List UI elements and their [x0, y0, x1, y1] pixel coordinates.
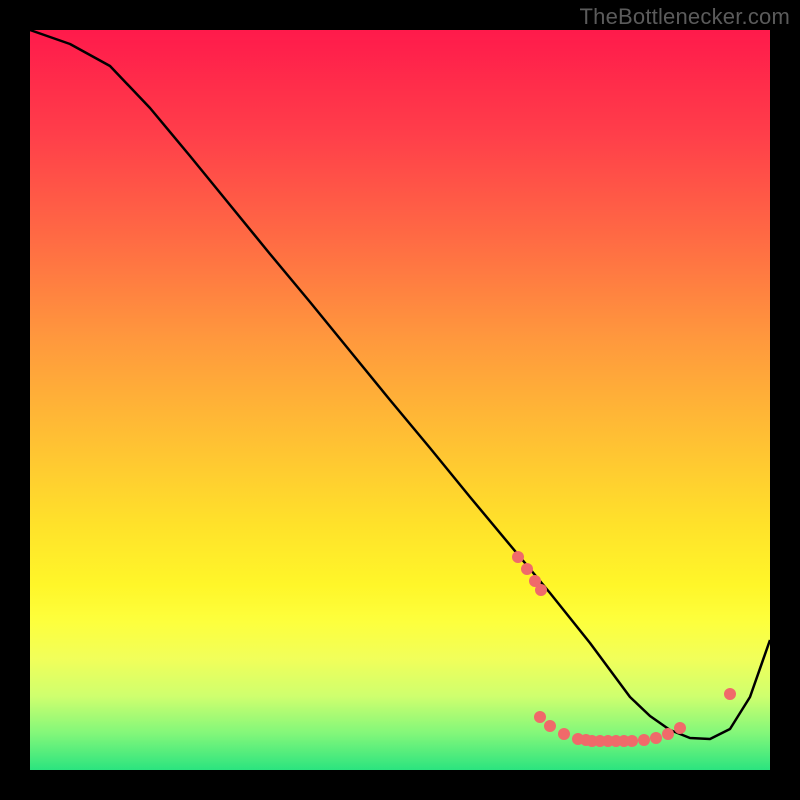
chart-svg — [30, 30, 770, 770]
curve-markers — [512, 551, 736, 747]
watermark-text: TheBottlenecker.com — [580, 4, 790, 30]
curve-line — [30, 30, 770, 739]
chart-frame: TheBottlenecker.com — [0, 0, 800, 800]
